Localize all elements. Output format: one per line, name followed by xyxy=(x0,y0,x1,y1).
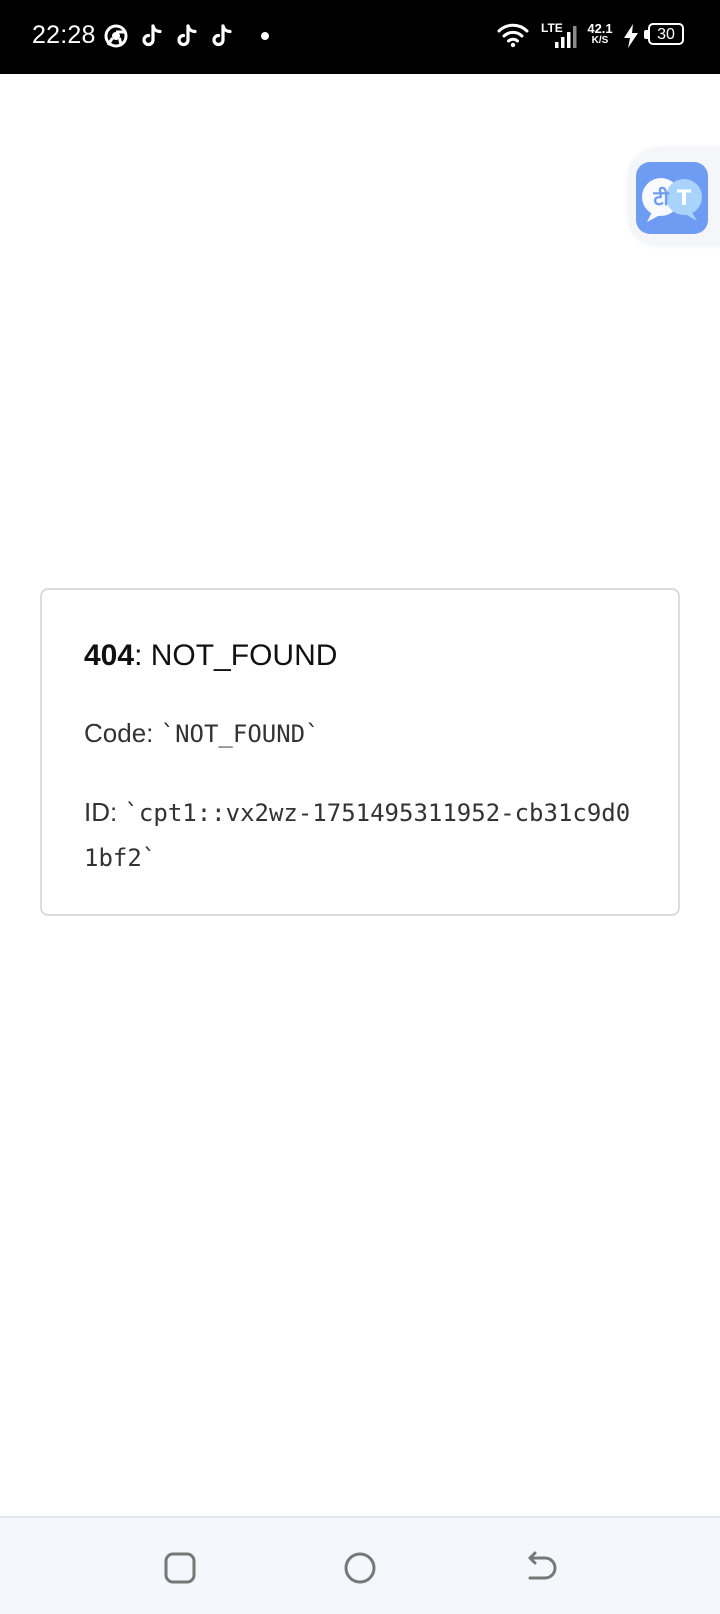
error-code-value: `NOT_FOUND` xyxy=(160,720,320,748)
home-icon xyxy=(344,1552,376,1584)
navigation-bar xyxy=(0,1516,720,1614)
status-text: NOT_FOUND xyxy=(150,639,338,672)
error-code-label: Code: xyxy=(84,718,154,748)
signal-bars-icon xyxy=(555,26,577,48)
network-speed-value: 42.1 xyxy=(587,21,613,36)
home-button[interactable] xyxy=(340,1548,380,1588)
network-speed: 42.1 K/S xyxy=(585,22,615,46)
error-id-row: ID: `cpt1::vx2wz-1751495311952-cb31c9d01… xyxy=(84,790,644,880)
network-speed-unit: K/S xyxy=(591,35,609,46)
chrome-icon xyxy=(102,22,130,50)
error-id-value: `cpt1::vx2wz-1751495311952-cb31c9d01bf2` xyxy=(84,799,631,872)
wifi-icon xyxy=(497,22,529,48)
status-separator: : xyxy=(134,639,151,672)
translate-right-glyph: T xyxy=(677,186,692,210)
battery-indicator: 30 xyxy=(644,23,686,47)
tiktok-icon xyxy=(173,22,201,50)
translate-icon: टी T xyxy=(642,178,702,222)
recents-icon xyxy=(164,1552,196,1584)
more-notifications-dot xyxy=(261,32,269,40)
translate-button[interactable]: टी T xyxy=(636,162,708,234)
recents-button[interactable] xyxy=(160,1548,200,1588)
back-button[interactable] xyxy=(520,1548,560,1588)
status-bar: 22:28 LTE 42.1 K/S 30 xyxy=(0,0,720,74)
tiktok-icon xyxy=(208,22,236,50)
status-code: 404 xyxy=(84,639,135,672)
error-code-row: Code: `NOT_FOUND` xyxy=(84,716,320,751)
status-time: 22:28 xyxy=(32,21,96,49)
translate-left-glyph: टी xyxy=(652,186,669,210)
error-id-label: ID: xyxy=(84,797,118,827)
error-card: 404: NOT_FOUND Code: `NOT_FOUND` ID: `cp… xyxy=(40,588,680,916)
back-icon xyxy=(528,1551,557,1580)
error-title: 404: NOT_FOUND xyxy=(84,638,337,674)
charging-bolt-icon xyxy=(622,24,640,48)
battery-level: 30 xyxy=(648,23,684,45)
tiktok-icon xyxy=(138,22,166,50)
cellular-signal: LTE xyxy=(541,22,581,50)
